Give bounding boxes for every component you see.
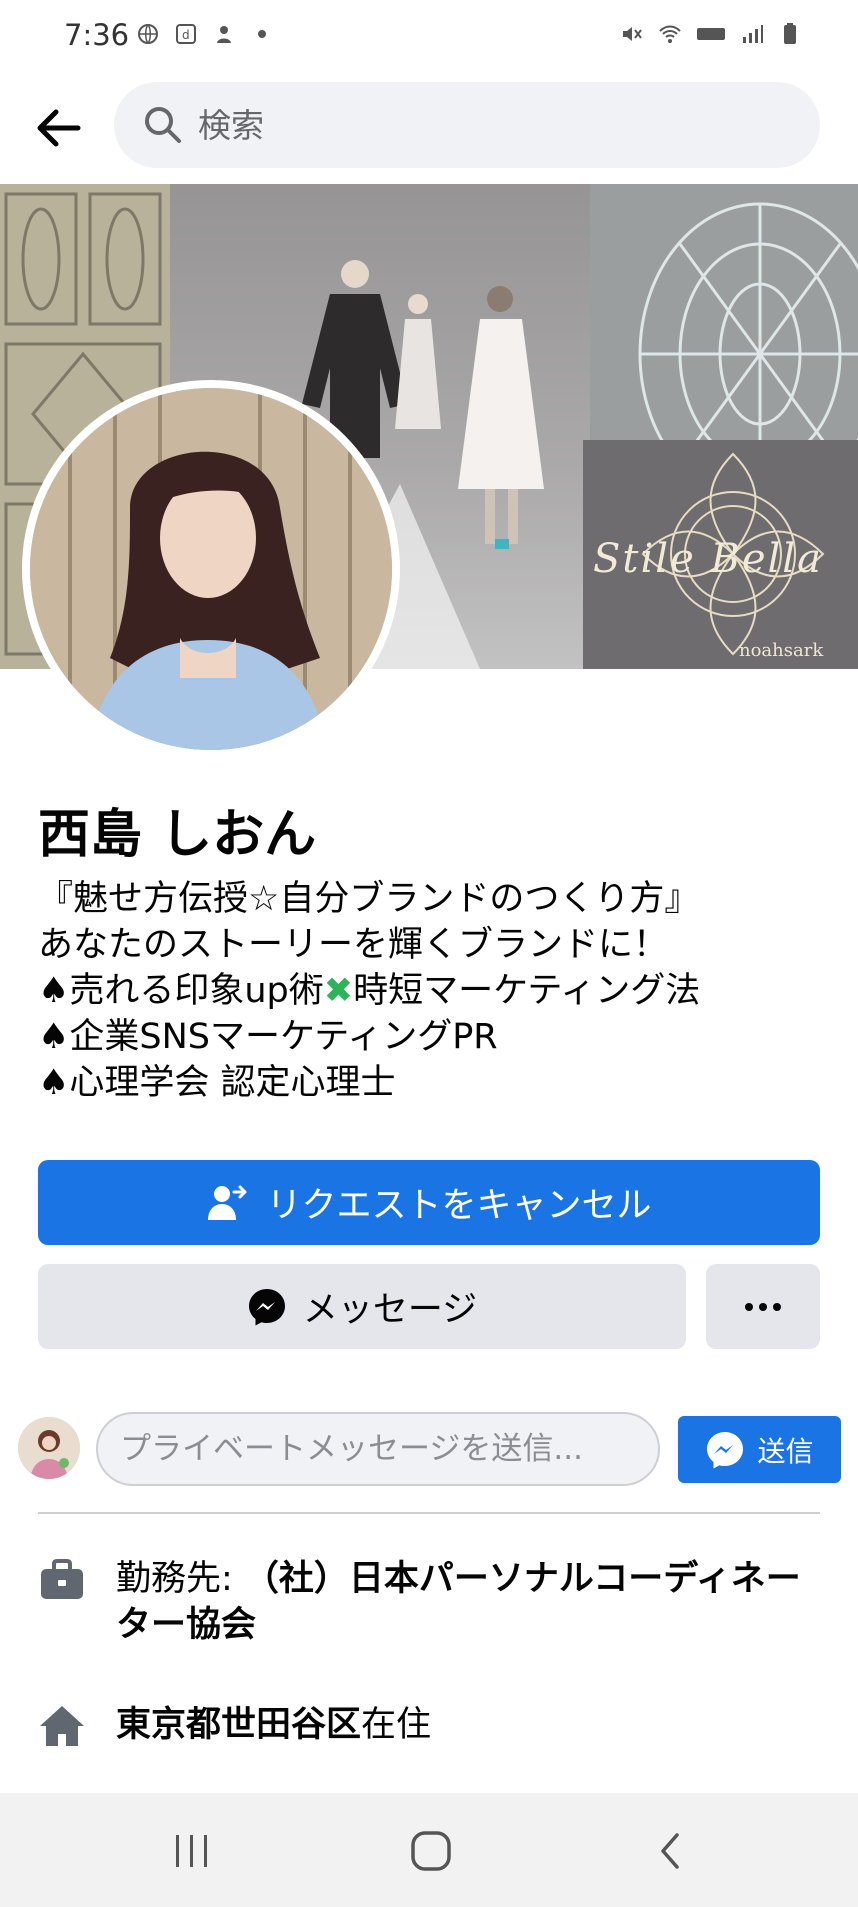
work-info-text: 勤務先: （社）日本パーソナルコーディネーター協会 — [116, 1556, 828, 1648]
private-message-input[interactable] — [96, 1412, 660, 1486]
brand-logo-panel: Stile Bella noahsark — [583, 440, 858, 669]
bio-line: あなたのストーリーを輝くブランドに！ — [38, 925, 669, 965]
current-user-avatar — [18, 1417, 80, 1479]
back-button[interactable] — [28, 98, 88, 158]
bio-line-part: ♠売れる印象up術 — [38, 971, 324, 1011]
d-app-icon: d — [176, 24, 196, 44]
person-request-icon — [208, 1185, 247, 1220]
brand-logo-text: Stile Bella — [593, 536, 823, 582]
messenger-icon — [248, 1288, 285, 1325]
mute-icon — [623, 27, 642, 41]
bio-line: ♠企業SNSマーケティングPR — [38, 1017, 498, 1057]
signal-icon — [743, 25, 763, 43]
briefcase-icon — [41, 1559, 83, 1599]
bio-line-part: 時短マーケティング法 — [353, 971, 701, 1011]
search-bar[interactable] — [114, 82, 820, 168]
search-icon — [145, 107, 181, 143]
recent-apps-button[interactable] — [162, 1823, 222, 1879]
send-label: 送信 — [757, 1434, 814, 1468]
residence-info-row: 東京都世田谷区在住 — [38, 1702, 828, 1750]
battery-icon — [784, 23, 796, 44]
residence-suffix: 在住 — [361, 1705, 432, 1745]
home-icon — [40, 1706, 84, 1746]
work-info-row: 勤務先: （社）日本パーソナルコーディネーター協会 — [38, 1556, 828, 1648]
profile-avatar[interactable] — [22, 380, 400, 758]
more-options-button[interactable] — [706, 1264, 820, 1349]
section-divider — [38, 1512, 820, 1514]
svg-text:d: d — [182, 28, 190, 42]
send-message-button[interactable]: 送信 — [678, 1416, 841, 1483]
cancel-request-button[interactable]: リクエストをキャンセル — [38, 1160, 820, 1245]
bio-line: 『魅せ方伝授☆自分ブランドのつくり方』 — [38, 879, 700, 919]
cross-mark-icon: ✖ — [323, 971, 354, 1011]
work-prefix: 勤務先: — [116, 1559, 244, 1599]
search-input[interactable] — [198, 105, 758, 145]
wifi-icon — [659, 25, 681, 43]
message-label: メッセージ — [302, 1290, 478, 1330]
brand-subtext: noahsark — [739, 640, 824, 661]
avatar-thumbnail — [18, 1417, 80, 1479]
profile-name: 西島 しおん — [38, 805, 317, 865]
globe-icon — [138, 24, 158, 44]
message-button[interactable]: メッセージ — [38, 1264, 686, 1349]
cancel-request-label: リクエストをキャンセル — [266, 1186, 652, 1226]
app-notification-icon — [217, 26, 231, 43]
back-arrow-icon — [37, 109, 81, 147]
more-dots-icon — [745, 1302, 781, 1311]
status-left-icons: d — [136, 22, 274, 46]
avatar-image — [30, 388, 392, 750]
volte-icon — [697, 28, 725, 40]
system-navigation-bar — [0, 1793, 858, 1907]
home-button[interactable] — [401, 1823, 461, 1879]
status-bar: 7:36 d — [0, 0, 858, 76]
residence-place[interactable]: 東京都世田谷区 — [116, 1705, 361, 1745]
recent-apps-icon — [176, 1835, 207, 1867]
avatar-photo — [30, 388, 392, 750]
dot-icon — [258, 30, 266, 38]
status-right-icons — [620, 22, 802, 46]
residence-info-text: 東京都世田谷区在住 — [116, 1702, 431, 1750]
bio-line: ♠売れる印象up術✖時短マーケティング法 — [38, 968, 828, 1014]
chevron-left-icon — [661, 1833, 679, 1869]
bio-line: ♠心理学会 認定心理士 — [38, 1063, 396, 1103]
profile-bio: 『魅せ方伝授☆自分ブランドのつくり方』 あなたのストーリーを輝くブランドに！ ♠… — [38, 876, 828, 1106]
status-time: 7:36 — [64, 18, 130, 52]
system-back-button[interactable] — [640, 1823, 700, 1879]
messenger-icon — [707, 1431, 744, 1468]
top-navigation — [0, 76, 858, 184]
home-circle-icon — [411, 1831, 451, 1871]
